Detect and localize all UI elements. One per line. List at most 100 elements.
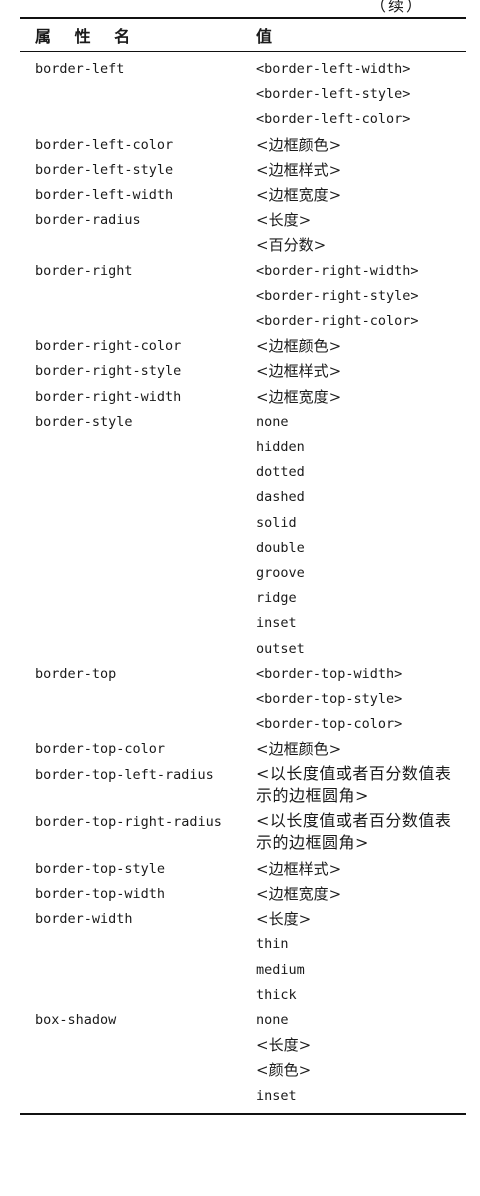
property-name: border-top-style	[35, 860, 166, 877]
property-name: border-right-style	[35, 363, 182, 380]
property-value: <边框样式>	[256, 160, 342, 179]
property-name: box-shadow	[35, 1011, 117, 1028]
table-row: border-top-color <边框颜色>	[20, 737, 466, 762]
property-name: border-right-width	[35, 388, 182, 405]
property-values: <边框颜色>	[256, 737, 466, 762]
property-value: <border-right-width>	[256, 262, 419, 279]
property-name: border-style	[35, 413, 133, 430]
property-value: <边框颜色>	[256, 337, 342, 356]
property-value: thick	[256, 986, 297, 1003]
table-row: border-top-left-radius <以长度值或者百分数值表示的边框圆角…	[20, 763, 466, 807]
property-name: border-right-color	[35, 338, 182, 355]
property-values: <长度> thin medium thick	[256, 907, 466, 1008]
table-body: border-left <border-left-width> <border-le…	[20, 52, 466, 1113]
table-row: border-right-width <边框宽度>	[20, 385, 466, 410]
property-name: border-right	[35, 262, 133, 279]
property-value: <border-left-color>	[256, 111, 411, 128]
property-values: <以长度值或者百分数值表示的边框圆角>	[256, 763, 466, 807]
property-value: inset	[256, 615, 297, 632]
property-value: medium	[256, 961, 305, 978]
table-row: border-left-style <边框样式>	[20, 158, 466, 183]
property-value: <border-top-color>	[256, 716, 403, 733]
property-value: <border-left-width>	[256, 61, 411, 77]
property-value: <border-top-style>	[256, 691, 403, 708]
property-value: <border-right-color>	[256, 313, 419, 330]
property-value: <长度>	[256, 910, 312, 929]
property-values: <边框宽度>	[256, 385, 466, 410]
table-row: border-right-style <边框样式>	[20, 359, 466, 384]
property-name: border-top-right-radius	[35, 813, 222, 830]
property-value: <border-right-style>	[256, 287, 419, 304]
property-values: <border-top-width> <border-top-style> <bor…	[256, 662, 466, 738]
property-value: double	[256, 539, 305, 556]
property-value: none	[256, 1011, 289, 1028]
property-value: dotted	[256, 464, 305, 481]
property-values: none hidden dotted dashed solid double groove r…	[256, 410, 466, 662]
table-row: border-top-right-radius <以长度值或者百分数值表示的边框圆…	[20, 810, 466, 854]
property-values: <border-right-width> <border-right-style>…	[256, 259, 466, 335]
property-value: <border-top-width>	[256, 665, 403, 682]
property-values: <边框颜色>	[256, 334, 466, 359]
property-value: <边框宽度>	[256, 884, 342, 903]
property-values: <边框宽度>	[256, 183, 466, 208]
table-row: border-left-width <边框宽度>	[20, 183, 466, 208]
property-value: <百分数>	[256, 236, 327, 255]
property-value: <以长度值或者百分数值表示的边框圆角>	[256, 810, 452, 852]
property-values: <以长度值或者百分数值表示的边框圆角>	[256, 810, 466, 854]
header-property-name: 属 性 名	[35, 27, 140, 46]
property-name: border-left	[35, 61, 125, 77]
property-name: border-top-width	[35, 885, 166, 902]
table-header: 属 性 名 值	[20, 19, 466, 52]
table-row: border-style none hidden dotted dashed solid d…	[20, 410, 466, 662]
property-value: hidden	[256, 439, 305, 456]
property-values: none <长度> <颜色> inset	[256, 1008, 466, 1109]
header-value: 值	[256, 27, 273, 46]
property-value: dashed	[256, 489, 305, 506]
property-name: border-left-width	[35, 187, 174, 204]
property-name: border-width	[35, 911, 133, 928]
property-name: border-top	[35, 665, 117, 682]
table-row: border-radius <长度> <百分数>	[20, 208, 466, 258]
table-row: border-left-color <边框颜色>	[20, 133, 466, 158]
table-row: border-left <border-left-width> <border-le…	[20, 57, 466, 133]
property-values: <长度> <百分数>	[256, 208, 466, 258]
css-properties-table: 属 性 名 值 border-left <border-left-width> <b…	[20, 17, 466, 1115]
property-value: thin	[256, 936, 289, 953]
property-values: <边框宽度>	[256, 882, 466, 907]
property-value: <边框宽度>	[256, 186, 342, 205]
table-row: border-top-width <边框宽度>	[20, 882, 466, 907]
property-name: border-radius	[35, 212, 141, 229]
property-name: border-top-left-radius	[35, 766, 214, 783]
continued-label: （续）	[369, 0, 424, 15]
property-value: solid	[256, 514, 297, 531]
property-name: border-left-style	[35, 161, 174, 178]
table-row: border-right-color <边框颜色>	[20, 334, 466, 359]
property-value: inset	[256, 1087, 297, 1104]
property-value: <以长度值或者百分数值表示的边框圆角>	[256, 763, 452, 805]
property-value: <长度>	[256, 211, 312, 230]
table-row: border-top-style <边框样式>	[20, 857, 466, 882]
table-row: border-right <border-right-width> <border-…	[20, 259, 466, 335]
property-value: none	[256, 413, 289, 430]
property-value: <颜色>	[256, 1061, 312, 1080]
property-name: border-left-color	[35, 136, 174, 153]
property-value: <边框宽度>	[256, 387, 342, 406]
property-values: <边框颜色>	[256, 133, 466, 158]
property-value: <边框样式>	[256, 362, 342, 381]
property-value: ridge	[256, 590, 297, 607]
table-row: border-top <border-top-width> <border-top-…	[20, 662, 466, 738]
property-values: <边框样式>	[256, 158, 466, 183]
table-row: box-shadow none <长度> <颜色> inset	[20, 1008, 466, 1109]
property-value: outset	[256, 640, 305, 657]
property-value: <边框颜色>	[256, 740, 342, 759]
table-row: border-width <长度> thin medium thick	[20, 907, 466, 1008]
property-value: groove	[256, 565, 305, 582]
property-name: border-top-color	[35, 741, 166, 758]
property-value: <边框样式>	[256, 859, 342, 878]
property-values: <边框样式>	[256, 359, 466, 384]
property-value: <边框颜色>	[256, 135, 342, 154]
property-values: <边框样式>	[256, 857, 466, 882]
property-values: <border-left-width> <border-left-style> <b…	[256, 57, 466, 133]
property-value: <border-left-style>	[256, 86, 411, 103]
property-value: <长度>	[256, 1036, 312, 1055]
